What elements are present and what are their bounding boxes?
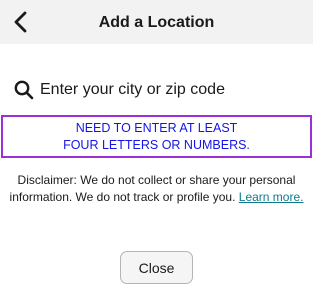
close-button[interactable]: Close bbox=[120, 251, 193, 284]
search-input[interactable] bbox=[40, 74, 308, 106]
search-row bbox=[0, 70, 313, 110]
error-message-box: NEED TO ENTER AT LEAST FOUR LETTERS OR N… bbox=[1, 115, 312, 158]
page-title: Add a Location bbox=[98, 14, 215, 31]
disclaimer-line-1: Disclaimer: We do not collect or share y… bbox=[17, 173, 296, 187]
learn-more-link[interactable]: Learn more. bbox=[239, 190, 304, 204]
error-message-line-2: FOUR LETTERS OR NUMBERS. bbox=[63, 138, 250, 152]
disclaimer-line-2-text: information. We do not track or profile … bbox=[9, 190, 236, 204]
search-icon bbox=[13, 79, 35, 101]
error-message-line-1: NEED TO ENTER AT LEAST bbox=[75, 121, 238, 135]
disclaimer: Disclaimer: We do not collect or share y… bbox=[0, 172, 313, 206]
disclaimer-line-2: information. We do not track or profile … bbox=[0, 189, 313, 206]
chevron-left-icon bbox=[14, 11, 27, 33]
back-button[interactable] bbox=[6, 6, 38, 38]
